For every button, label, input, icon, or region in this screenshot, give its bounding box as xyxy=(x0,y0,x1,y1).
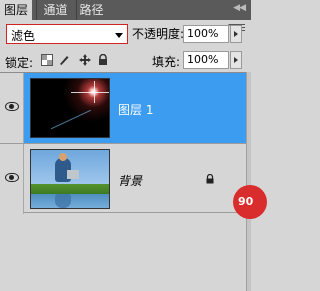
collapse-panel-icon[interactable]: ◀◀ xyxy=(233,3,246,13)
layer-thumbnail xyxy=(30,78,110,138)
panel-tab-bar: 图层 通道 路径 ◀◀ xyxy=(0,0,251,20)
layer-thumbnail xyxy=(30,149,110,209)
opacity-input[interactable]: 100% xyxy=(183,25,229,43)
scrollbar[interactable] xyxy=(246,72,251,291)
lock-transparent-pixels-icon[interactable] xyxy=(41,54,53,66)
layer-name[interactable]: 背景 xyxy=(118,172,142,189)
blend-mode-select[interactable]: 滤色 xyxy=(6,24,128,44)
eye-icon xyxy=(5,173,19,182)
lock-image-pixels-icon[interactable] xyxy=(58,54,70,66)
layer-row-layer-1[interactable]: 图层 1 xyxy=(0,73,246,143)
tab-paths[interactable]: 路径 xyxy=(76,0,106,20)
watermark-badge: 90 xyxy=(233,185,267,219)
opacity-label: 不透明度: xyxy=(132,27,185,41)
layers-list: 图层 1 背景 xyxy=(0,72,246,291)
eye-icon xyxy=(5,102,19,111)
visibility-toggle[interactable] xyxy=(0,73,24,143)
fill-label: 填充: xyxy=(152,55,181,69)
lock-all-icon[interactable] xyxy=(97,53,109,66)
tab-layers[interactable]: 图层 xyxy=(0,0,32,20)
layer-row-background[interactable]: 背景 xyxy=(0,143,246,214)
lock-label: 锁定: xyxy=(5,56,34,70)
tab-channels[interactable]: 通道 xyxy=(36,0,74,20)
opacity-slider-button[interactable] xyxy=(230,25,242,43)
visibility-toggle[interactable] xyxy=(0,144,24,214)
lock-position-icon[interactable] xyxy=(79,54,91,66)
lock-icon xyxy=(205,173,215,184)
fill-slider-button[interactable] xyxy=(230,51,242,69)
layer-name[interactable]: 图层 1 xyxy=(118,101,153,118)
blend-mode-value: 滤色 xyxy=(11,29,36,43)
chevron-down-icon xyxy=(115,33,123,38)
fill-input[interactable]: 100% xyxy=(183,51,229,69)
